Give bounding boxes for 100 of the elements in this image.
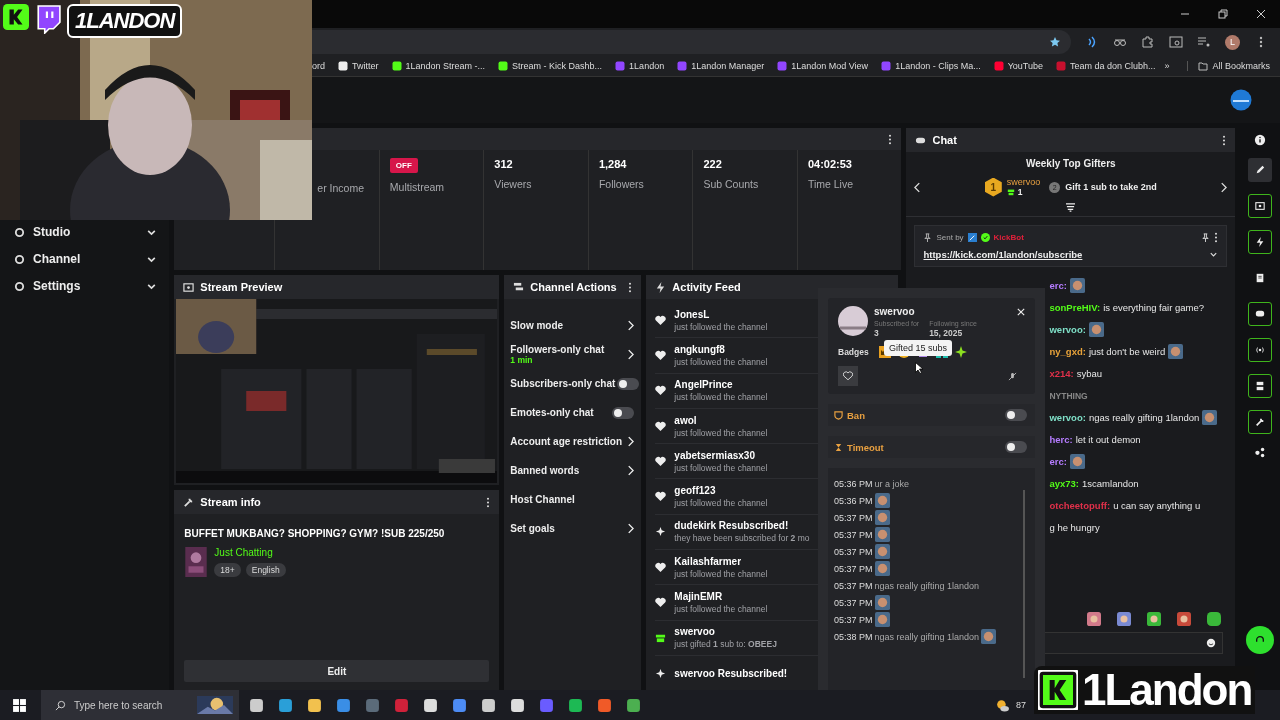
taskbar-search-field[interactable]: Type here to search <box>41 690 239 720</box>
calculator-icon[interactable] <box>365 697 380 713</box>
app-icon[interactable] <box>481 697 496 713</box>
action-label[interactable]: Banned words <box>510 465 580 476</box>
sidebar-item[interactable]: Settings <box>0 277 170 295</box>
bookmark[interactable]: Twitter <box>338 61 379 71</box>
puzzle-icon[interactable] <box>1141 35 1155 49</box>
chat-username[interactable]: erc: <box>1049 280 1067 291</box>
chevron-right-icon[interactable] <box>627 320 635 331</box>
emote-icon[interactable] <box>1087 612 1102 626</box>
feed-username[interactable]: geoff123 <box>674 485 768 497</box>
bookmark[interactable]: Stream - Kick Dashb... <box>498 61 603 71</box>
filter-icon[interactable] <box>1065 203 1077 212</box>
sparkle-badge-icon[interactable] <box>954 346 967 358</box>
timeout-toggle[interactable] <box>1005 441 1027 453</box>
ban-toggle[interactable] <box>1005 409 1027 421</box>
category-link[interactable]: Just Chatting <box>214 547 286 558</box>
action-label[interactable]: Set goals <box>510 523 555 534</box>
bookmark[interactable]: 1Landon <box>615 61 665 71</box>
document-icon[interactable] <box>1255 273 1266 283</box>
emote-icon[interactable] <box>1147 612 1162 626</box>
weather-icon[interactable] <box>995 697 1010 713</box>
broadcast-button[interactable] <box>1248 338 1273 362</box>
layout-button[interactable] <box>1248 374 1273 398</box>
emote-icon[interactable] <box>1117 612 1132 626</box>
subscribe-link[interactable]: https://kick.com/1landon/subscribe <box>923 249 1083 260</box>
more-options-icon[interactable] <box>628 281 633 293</box>
camera-frame-icon[interactable] <box>1255 201 1266 211</box>
toggle-switch[interactable] <box>612 406 635 419</box>
bookmark[interactable]: YouTube <box>993 61 1044 71</box>
feed-username[interactable]: JonesL <box>674 308 768 320</box>
feed-username[interactable]: MajinEMR <box>674 591 768 602</box>
profile-avatar[interactable]: L <box>1225 34 1240 50</box>
sidebar-icon[interactable] <box>14 280 25 292</box>
folder-icon[interactable] <box>1198 61 1209 71</box>
wrench-icon[interactable] <box>1255 417 1266 427</box>
all-bookmarks-button[interactable]: All Bookmarks <box>1187 61 1270 71</box>
chat-username[interactable]: sonPreHIV: <box>1049 302 1101 313</box>
feed-username[interactable]: angkungf8 <box>674 343 768 355</box>
more-options-icon[interactable] <box>1222 134 1227 146</box>
app-icon[interactable] <box>510 697 525 713</box>
heart-icon[interactable] <box>843 371 853 381</box>
music-icon[interactable] <box>568 697 583 713</box>
follow-button[interactable] <box>838 366 858 386</box>
chat-username[interactable]: ny_gxd: <box>1049 346 1086 357</box>
feed-username[interactable]: swervoo Resubscribed! <box>674 667 788 679</box>
wrench-button[interactable] <box>1248 410 1273 434</box>
info-icon[interactable] <box>1254 134 1267 146</box>
pencil-icon[interactable] <box>1255 165 1266 175</box>
gifter-name[interactable]: swervoo <box>1006 177 1041 187</box>
chat-username[interactable]: herc: <box>1049 434 1073 445</box>
bookmark[interactable]: 1Landon - Clips Ma... <box>881 61 981 71</box>
chat-icon[interactable] <box>1255 309 1266 319</box>
edit-button[interactable]: Edit <box>184 660 490 682</box>
sidebar-item[interactable]: Channel <box>0 250 170 268</box>
channel-logo-icon[interactable] <box>1230 89 1252 111</box>
chat-username[interactable]: erc: <box>1049 456 1067 467</box>
close-icon[interactable] <box>1256 9 1266 19</box>
media-icon[interactable] <box>1197 35 1211 49</box>
browser-icon[interactable] <box>626 697 641 713</box>
chevron-right-icon[interactable] <box>627 436 635 447</box>
emote-icon[interactable] <box>1207 612 1222 626</box>
layout-icon[interactable] <box>1255 381 1266 391</box>
bookmark[interactable]: Team da don Clubh... <box>1056 61 1156 71</box>
chat-username[interactable]: ayx73: <box>1049 478 1080 489</box>
mute-icon[interactable] <box>1008 371 1017 381</box>
restore-icon[interactable] <box>1218 9 1228 19</box>
bookmark[interactable]: 1Landon Stream -... <box>391 61 486 71</box>
feed-username[interactable]: awol <box>674 414 768 426</box>
screenshot-button[interactable] <box>1248 194 1273 218</box>
lightning-icon[interactable] <box>1255 237 1266 247</box>
bookmark[interactable]: 1Landon Mod View <box>777 61 869 71</box>
feed-username[interactable]: swervoo <box>674 626 777 638</box>
feed-username[interactable]: AngelPrince <box>674 379 768 391</box>
chat-username[interactable]: wervoo: <box>1049 324 1086 335</box>
sidebar-icon[interactable] <box>14 253 25 265</box>
sidebar-icon[interactable] <box>14 226 25 238</box>
bookmark-icon[interactable] <box>338 61 348 71</box>
chevron-right-icon[interactable] <box>627 349 635 360</box>
gear-icon[interactable] <box>423 697 438 713</box>
more-bookmarks-button[interactable]: » <box>1164 61 1170 71</box>
edit-button[interactable] <box>1248 158 1273 182</box>
more-options-icon[interactable] <box>888 133 893 145</box>
chat-username[interactable]: otcheetopuff: <box>1049 500 1111 511</box>
chevron-left-icon[interactable] <box>914 181 922 193</box>
star-icon[interactable] <box>1049 36 1061 48</box>
action-label[interactable]: Account age restriction <box>510 436 623 447</box>
action-label[interactable]: Host Channel <box>510 494 575 505</box>
broadcast-icon[interactable] <box>1255 345 1266 355</box>
chevron-down-icon[interactable] <box>1209 250 1219 259</box>
chevron-right-icon[interactable] <box>1220 181 1228 193</box>
chat-button[interactable] <box>1248 302 1273 326</box>
windows-logo-icon[interactable] <box>12 697 27 713</box>
nodes-icon[interactable] <box>1254 446 1267 458</box>
headset-icon[interactable] <box>1255 635 1266 645</box>
emote-icon[interactable] <box>1177 612 1192 626</box>
task-view-icon[interactable] <box>249 697 264 713</box>
bookmark[interactable]: 1Landon Manager <box>677 61 765 71</box>
sidebar-item[interactable]: Studio <box>0 223 170 241</box>
bookmark-icon[interactable] <box>498 61 509 71</box>
